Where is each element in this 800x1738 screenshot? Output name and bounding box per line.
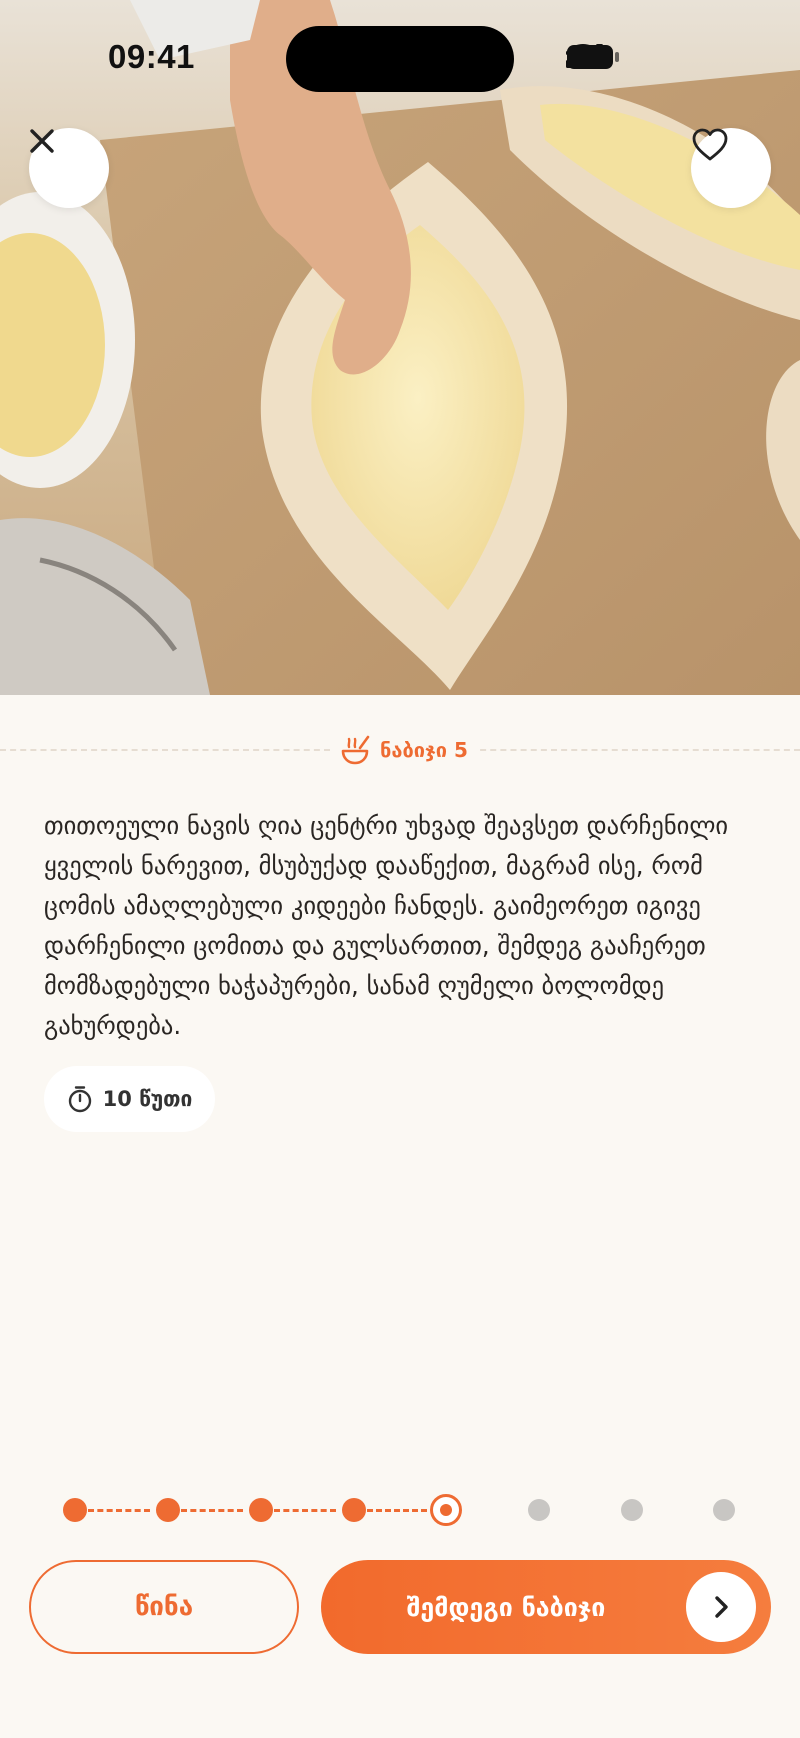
progress-dot-5-current[interactable]: [430, 1494, 462, 1526]
progress-dot-6[interactable]: [528, 1499, 550, 1521]
step-number: ნაბიჯი 5: [380, 738, 468, 762]
previous-button-label: წინა: [134, 1592, 194, 1622]
status-time: 09:41: [108, 38, 195, 75]
divider-left: [0, 749, 330, 751]
previous-button[interactable]: წინა: [29, 1560, 299, 1654]
close-icon: [30, 129, 54, 153]
progress-dot-3[interactable]: [249, 1498, 273, 1522]
progress-dot-2[interactable]: [156, 1498, 180, 1522]
progress-dot-7[interactable]: [621, 1499, 643, 1521]
progress-connector: [274, 1509, 336, 1512]
timer-chip[interactable]: 10 წუთი: [44, 1066, 215, 1132]
progress-connector: [367, 1509, 427, 1512]
favorite-button[interactable]: [691, 128, 771, 208]
dynamic-island: [286, 26, 514, 92]
next-step-button-label: შემდეგი ნაბიჯი: [406, 1592, 606, 1622]
progress-connector: [88, 1509, 150, 1512]
hero-photo: 09:41: [0, 0, 800, 695]
heart-icon: [692, 128, 728, 161]
progress-dot-1[interactable]: [63, 1498, 87, 1522]
chevron-right-icon: [715, 1596, 728, 1618]
progress-dot-4[interactable]: [342, 1498, 366, 1522]
next-arrow-circle: [686, 1572, 756, 1642]
timer-label: 10 წუთი: [102, 1087, 193, 1111]
battery-icon: [567, 45, 619, 69]
progress-dot-8[interactable]: [713, 1499, 735, 1521]
step-progress: [0, 1490, 800, 1530]
close-button[interactable]: [29, 128, 109, 208]
status-bar: 09:41: [0, 0, 800, 110]
cooking-pot-icon: [341, 735, 370, 765]
divider-right: [470, 749, 800, 751]
stopwatch-icon: [68, 1086, 91, 1113]
step-instructions: თითოეული ნავის ღია ცენტრი უხვად შეავსეთ …: [44, 811, 729, 1040]
next-step-button[interactable]: შემდეგი ნაბიჯი: [321, 1560, 771, 1654]
progress-connector: [181, 1509, 243, 1512]
step-label: ნაბიჯი 5: [330, 734, 478, 766]
step-header: ნაბიჯი 5: [0, 730, 800, 770]
